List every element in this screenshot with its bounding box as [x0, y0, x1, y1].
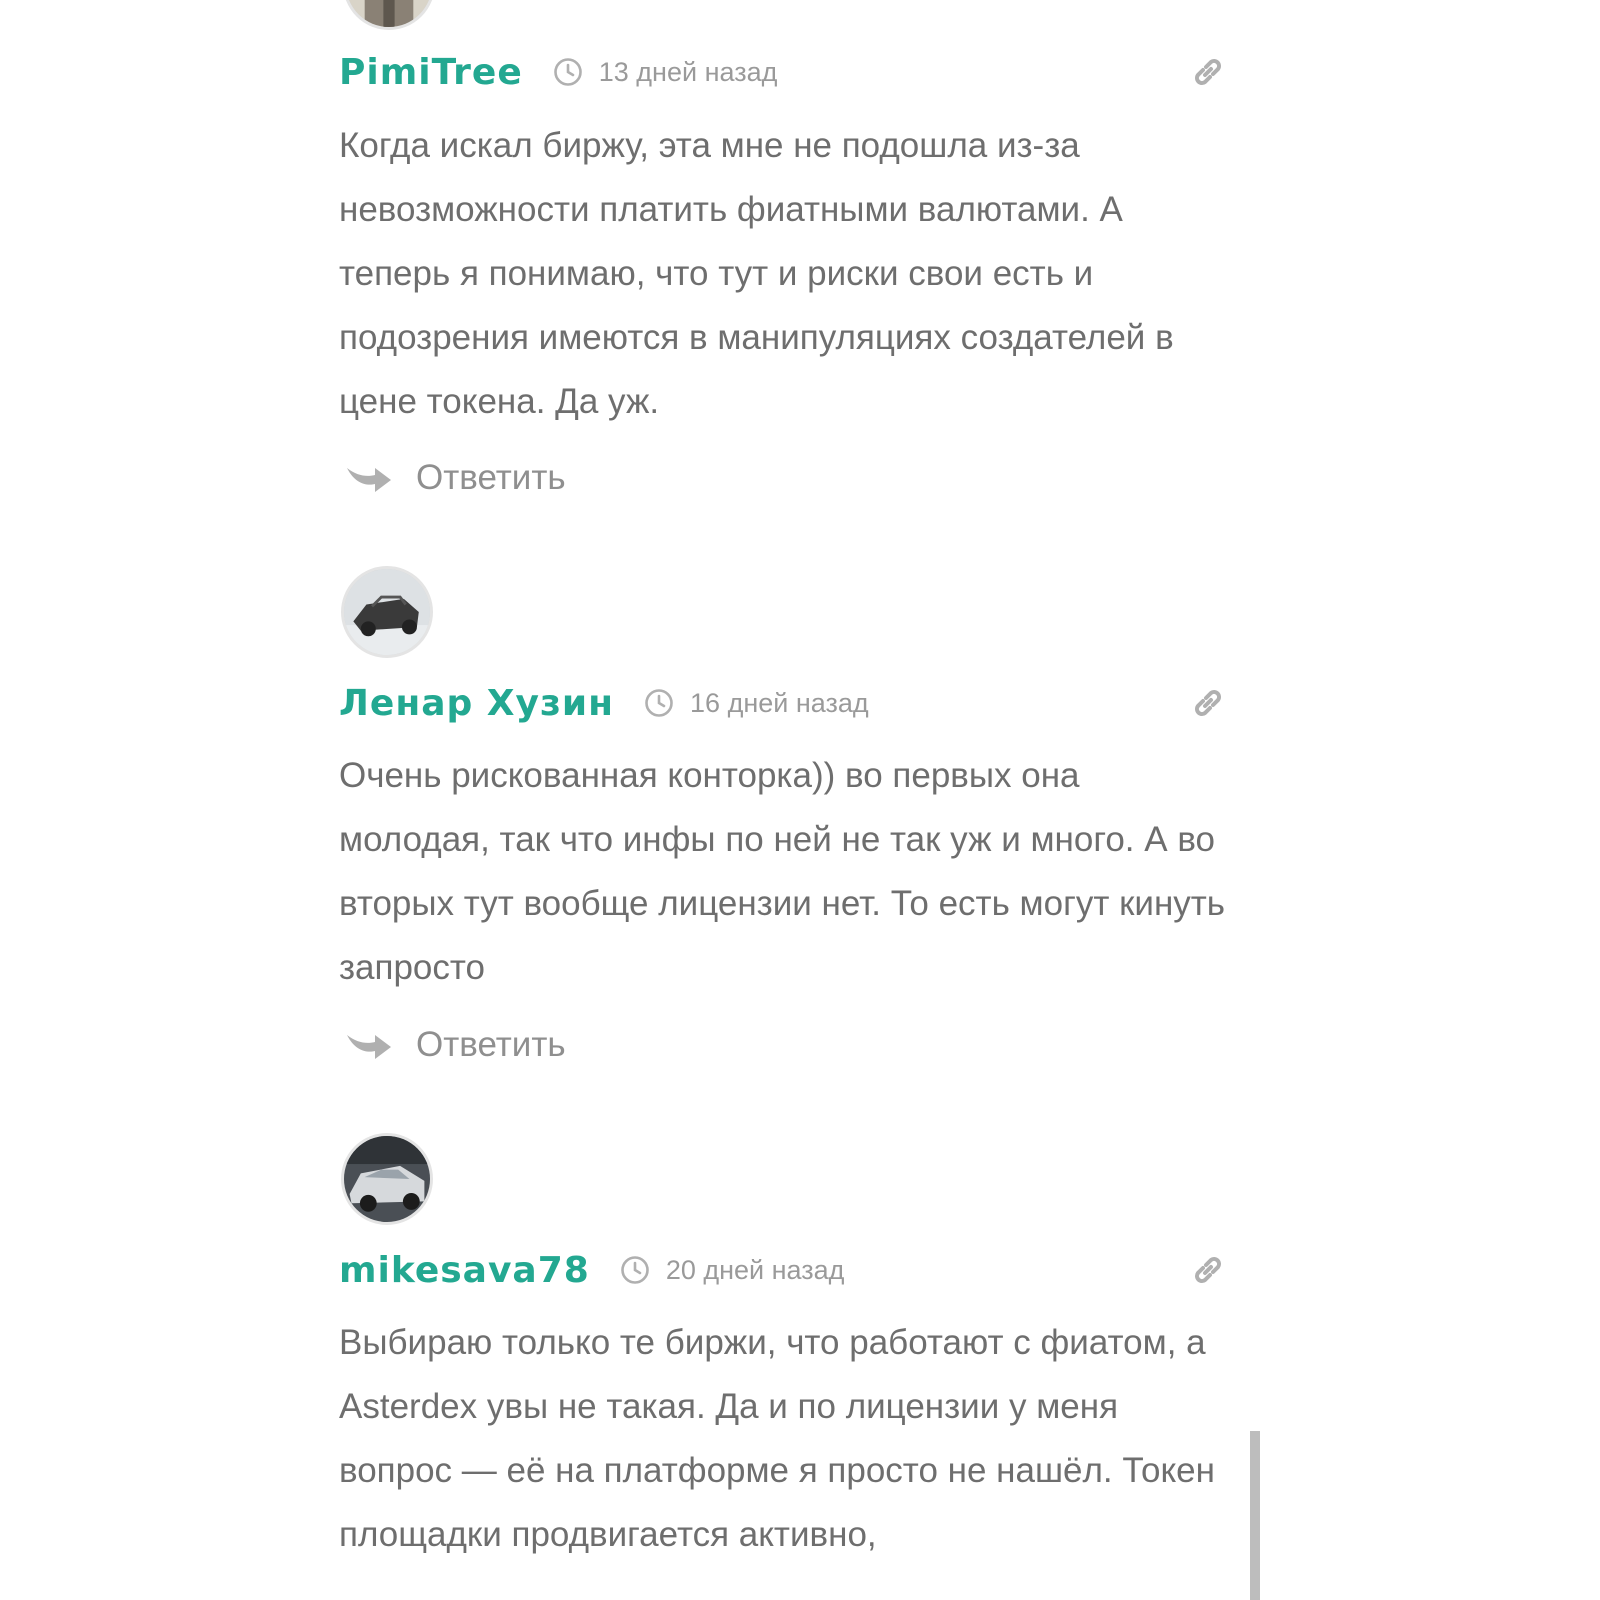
comment-author[interactable]: PimiTree: [339, 52, 523, 93]
comment-text: Когда искал биржу, эта мне не подошла из…: [339, 126, 1174, 421]
timestamp-label: 20 дней назад: [665, 1254, 845, 1285]
avatar[interactable]: [341, 566, 433, 658]
comment-meta: Ленар Хузин 16 дней назад: [339, 681, 1254, 725]
avatar[interactable]: [341, 1133, 433, 1225]
comment-item: Ленар Хузин 16 дней назад Очень рискован…: [339, 566, 1262, 1086]
avatar-image: [344, 1136, 430, 1222]
comment-timestamp[interactable]: 13 дней назад: [553, 56, 778, 88]
comment-timestamp[interactable]: 16 дней назад: [644, 688, 869, 719]
avatar-image: [344, 569, 430, 655]
comment-timestamp[interactable]: 20 дней назад: [620, 1254, 845, 1286]
comment-author[interactable]: mikesava78: [339, 1250, 590, 1291]
timestamp-label: 13 дней назад: [598, 56, 778, 87]
link-icon[interactable]: [1190, 1252, 1226, 1288]
comment-meta: PimiTree 13 дней назад: [339, 50, 1254, 94]
comment-author[interactable]: Ленар Хузин: [339, 683, 614, 724]
comments-feed: PimiTree 13 дней назад Когда искал биржу…: [0, 0, 1600, 1600]
comment-meta: mikesava78 20 дней назад: [339, 1248, 1254, 1292]
comment-text: Очень рискованная конторка)) во первых о…: [339, 756, 1226, 987]
timestamp-label: 16 дней назад: [690, 687, 869, 718]
reply-button[interactable]: Ответить: [345, 458, 566, 498]
reply-arrow-icon: [347, 1035, 391, 1059]
comment-item: PimiTree 13 дней назад Когда искал биржу…: [339, 0, 1262, 520]
reply-label: Ответить: [416, 458, 566, 497]
clock-icon: [553, 58, 582, 86]
avatar-image: [346, 0, 432, 27]
scrollbar-thumb[interactable]: [1250, 1431, 1260, 1600]
reply-label: Ответить: [416, 1025, 566, 1064]
link-icon[interactable]: [1190, 685, 1226, 721]
comment-text: Выбираю только те биржи, что работают с …: [339, 1323, 1215, 1554]
reply-button[interactable]: Ответить: [345, 1025, 566, 1065]
reply-arrow-icon: [347, 468, 391, 492]
clock-icon: [645, 689, 673, 717]
clock-icon: [621, 1256, 649, 1284]
avatar[interactable]: [343, 0, 435, 30]
link-icon[interactable]: [1190, 54, 1226, 90]
comment-item: mikesava78 20 дней назад Выбираю только …: [339, 1133, 1262, 1600]
